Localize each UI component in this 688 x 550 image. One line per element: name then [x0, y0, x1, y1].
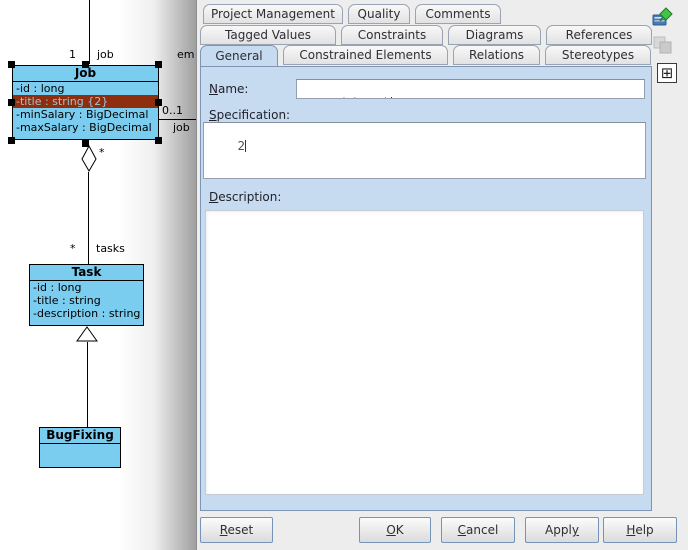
generalization-line[interactable]: [87, 342, 88, 427]
tab-project-management[interactable]: Project Management: [203, 4, 343, 24]
reset-button[interactable]: Reset: [200, 517, 273, 543]
class-attribute[interactable]: -id : long: [13, 82, 158, 95]
tab-row-3: General Constrained Elements Relations S…: [200, 45, 656, 66]
apply-button[interactable]: Apply: [525, 517, 599, 543]
association-line-top[interactable]: [89, 0, 90, 64]
selection-handle[interactable]: [155, 137, 162, 144]
role-label[interactable]: tasks: [96, 242, 125, 255]
class-attribute[interactable]: -title : string: [30, 294, 143, 307]
association-line-right[interactable]: [158, 119, 197, 120]
text-caret: [245, 140, 246, 152]
tab-row-1: Project Management Quality Comments: [203, 4, 506, 25]
tab-label: Project Management: [211, 7, 335, 21]
copy-disabled-icon: [652, 34, 674, 56]
class-attribute[interactable]: -id : long: [30, 281, 143, 294]
general-tab-content: Name: minlength Specification: 2 Descrip…: [200, 66, 652, 511]
description-label: Description:: [209, 190, 281, 204]
tab-label: Diagrams: [466, 28, 524, 42]
tab-comments[interactable]: Comments: [415, 4, 501, 24]
selection-handle[interactable]: [8, 99, 15, 106]
tab-quality[interactable]: Quality: [348, 4, 410, 24]
aggregation-line[interactable]: [88, 172, 89, 264]
multiplicity-label[interactable]: *: [99, 146, 105, 159]
tab-label: Stereotypes: [562, 48, 634, 62]
class-job[interactable]: Job -id : long -title : string {2} -minS…: [12, 65, 159, 140]
class-bugfixing[interactable]: BugFixing: [39, 427, 121, 468]
aggregation-diamond-icon[interactable]: [81, 145, 97, 173]
tab-label: Comments: [425, 7, 490, 21]
tab-label: References: [566, 28, 633, 42]
multiplicity-label[interactable]: 1: [69, 48, 76, 61]
class-name[interactable]: Job: [13, 66, 158, 82]
class-task[interactable]: Task -id : long -title : string -descrip…: [29, 264, 144, 326]
multiplicity-label[interactable]: *: [70, 242, 76, 255]
help-button[interactable]: Help: [603, 517, 677, 543]
application-window: 1 job em 0..1 job Job -id : long -title …: [0, 0, 688, 550]
selection-handle[interactable]: [82, 61, 89, 68]
class-attribute[interactable]: -maxSalary : BigDecimal: [13, 121, 158, 134]
tab-label: Quality: [358, 7, 401, 21]
tab-label: Constrained Elements: [299, 48, 431, 62]
specification-label: Specification:: [209, 108, 290, 122]
selection-handle[interactable]: [155, 61, 162, 68]
diagram-canvas[interactable]: 1 job em 0..1 job Job -id : long -title …: [0, 0, 197, 550]
role-label[interactable]: job: [97, 48, 114, 61]
class-name[interactable]: BugFixing: [40, 428, 120, 444]
tab-constraints[interactable]: Constraints: [341, 25, 443, 45]
tab-row-2: Tagged Values Constraints Diagrams Refer…: [200, 25, 657, 46]
role-label-clipped[interactable]: em: [177, 48, 196, 61]
tab-label: General: [215, 49, 262, 63]
description-input[interactable]: [205, 210, 644, 495]
add-item-button[interactable]: ⊞: [657, 63, 677, 83]
specification-input[interactable]: 2: [203, 122, 646, 179]
plus-icon: ⊞: [661, 66, 674, 81]
tab-stereotypes[interactable]: Stereotypes: [545, 45, 651, 65]
tab-diagrams[interactable]: Diagrams: [448, 25, 541, 45]
tab-constrained-elements[interactable]: Constrained Elements: [283, 45, 448, 65]
class-attribute-selected[interactable]: -title : string {2}: [13, 95, 158, 108]
apply-constraint-icon[interactable]: [652, 6, 674, 28]
properties-panel: Project Management Quality Comments Tagg…: [196, 0, 688, 550]
selection-handle[interactable]: [8, 137, 15, 144]
class-attribute[interactable]: -description : string: [30, 307, 143, 320]
name-value: minlength: [331, 96, 392, 99]
tab-tagged-values[interactable]: Tagged Values: [200, 25, 336, 45]
selection-handle[interactable]: [8, 61, 15, 68]
tab-references[interactable]: References: [546, 25, 652, 45]
ok-button[interactable]: OK: [359, 517, 431, 543]
tab-label: Tagged Values: [225, 28, 311, 42]
class-name[interactable]: Task: [30, 265, 143, 281]
tab-label: Constraints: [358, 28, 426, 42]
tab-label: Relations: [469, 48, 524, 62]
cancel-button[interactable]: Cancel: [441, 517, 515, 543]
specification-value: 2: [238, 139, 246, 153]
name-label: Name:: [209, 82, 248, 96]
multiplicity-label[interactable]: 0..1: [162, 104, 183, 117]
generalization-triangle-icon[interactable]: [76, 326, 99, 343]
class-attribute[interactable]: -minSalary : BigDecimal: [13, 108, 158, 121]
role-label[interactable]: job: [173, 121, 190, 134]
selection-handle[interactable]: [155, 99, 162, 106]
name-input[interactable]: minlength: [296, 79, 645, 99]
tab-relations[interactable]: Relations: [453, 45, 540, 65]
tab-general[interactable]: General: [200, 45, 278, 67]
text-caret: [391, 97, 392, 99]
